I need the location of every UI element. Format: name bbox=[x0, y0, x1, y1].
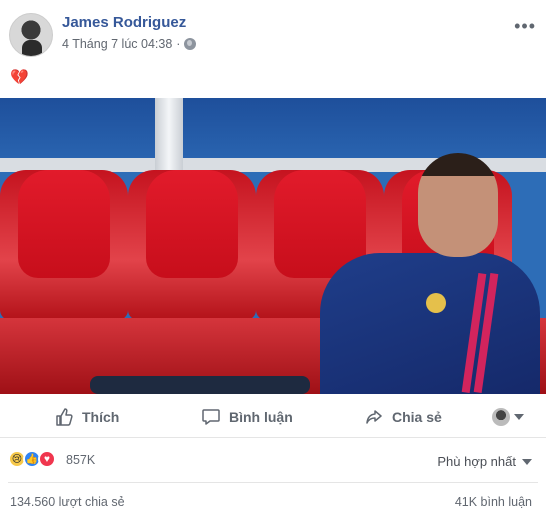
reaction-summary: 😢 👍 ♥ 857K Phù hợp nhất bbox=[0, 446, 546, 476]
share-icon bbox=[366, 410, 382, 424]
globe-icon[interactable] bbox=[184, 38, 197, 50]
post-photo[interactable] bbox=[0, 98, 546, 394]
share-button[interactable]: Chia sẻ bbox=[364, 407, 442, 427]
share-label: Chia sẻ bbox=[392, 409, 442, 425]
love-reaction-icon: ♥ bbox=[38, 450, 56, 468]
reaction-icons[interactable]: 😢 👍 ♥ bbox=[8, 450, 56, 468]
sort-label: Phù hợp nhất bbox=[437, 454, 516, 469]
chevron-down-icon bbox=[514, 414, 524, 420]
post-timestamp[interactable]: 4 Tháng 7 lúc 04:38 bbox=[62, 37, 172, 51]
author-avatar[interactable] bbox=[9, 13, 53, 57]
post-text: 💔 bbox=[10, 69, 29, 86]
chevron-down-icon bbox=[522, 458, 532, 465]
photo-person bbox=[300, 153, 546, 394]
share-count[interactable]: 134.560 lượt chia sẻ bbox=[10, 495, 125, 509]
author-name[interactable]: James Rodriguez bbox=[62, 14, 186, 31]
like-button[interactable]: Thích bbox=[54, 407, 119, 427]
like-label: Thích bbox=[82, 409, 120, 425]
comment-sort-dropdown[interactable]: Phù hợp nhất bbox=[437, 454, 532, 469]
post-meta: 4 Tháng 7 lúc 04:38 · bbox=[62, 37, 197, 51]
profile-avatar-icon bbox=[492, 408, 510, 426]
reaction-as-selector[interactable] bbox=[492, 408, 524, 426]
meta-separator: · bbox=[176, 37, 181, 51]
thumbs-up-icon bbox=[56, 408, 73, 426]
comment-count[interactable]: 41K bình luận bbox=[455, 495, 532, 509]
more-options-icon[interactable]: ••• bbox=[514, 16, 536, 37]
divider bbox=[8, 482, 538, 483]
action-bar: Thích Bình luận Chia sẻ bbox=[0, 396, 546, 438]
comment-label: Bình luận bbox=[229, 409, 293, 425]
comment-button[interactable]: Bình luận bbox=[201, 407, 293, 427]
reaction-count[interactable]: 857K bbox=[66, 453, 95, 467]
post-header: James Rodriguez 4 Tháng 7 lúc 04:38 · ••… bbox=[0, 0, 546, 64]
comment-icon bbox=[202, 409, 220, 425]
